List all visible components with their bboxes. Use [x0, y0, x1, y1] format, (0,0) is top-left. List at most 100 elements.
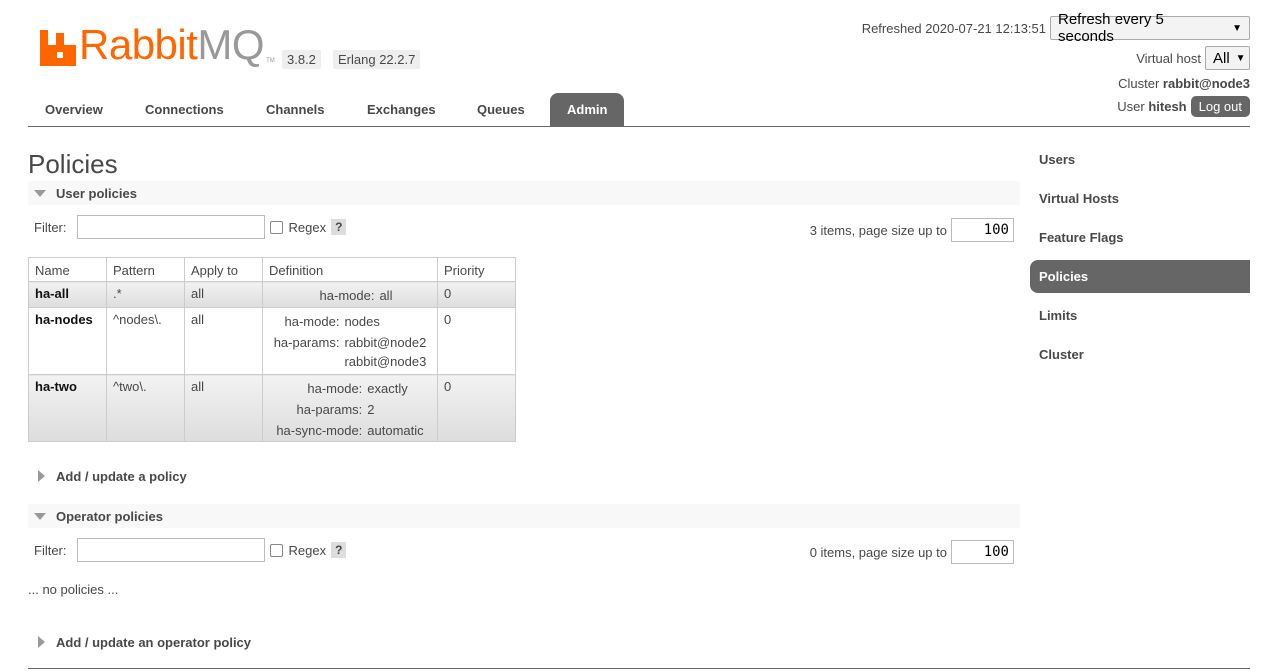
add-policy-section-toggle[interactable]: Add / update a policy	[28, 464, 1020, 488]
rabbit-logo-icon	[40, 30, 76, 66]
definition-value-item: rabbit@node2	[344, 335, 427, 350]
definition-value: exactly	[367, 381, 408, 396]
virtual-host-value: All	[1213, 49, 1230, 67]
policies-table: Name Pattern Apply to Definition Priorit…	[28, 257, 516, 442]
main-tabs: Overview Connections Channels Exchanges …	[28, 93, 1250, 127]
sidebar-item-feature-flags[interactable]: Feature Flags	[1030, 221, 1250, 254]
regex-label: Regex	[288, 219, 327, 235]
policy-priority: 0	[437, 281, 516, 308]
column-header-pattern[interactable]: Pattern	[106, 257, 185, 282]
tab-admin[interactable]: Admin	[550, 93, 625, 126]
filter-input[interactable]	[76, 215, 265, 239]
policy-name-link[interactable]: ha-all	[28, 281, 107, 308]
filter-input[interactable]	[76, 538, 265, 562]
regex-help-button[interactable]: ?	[331, 219, 347, 235]
expand-triangle-icon	[38, 470, 45, 482]
collapse-triangle-icon	[34, 189, 46, 197]
sidebar-item-cluster[interactable]: Cluster	[1030, 338, 1250, 371]
sidebar-item-users[interactable]: Users	[1030, 143, 1250, 176]
regex-checkbox[interactable]	[269, 543, 283, 557]
definition-value-item: rabbit@node3	[344, 354, 427, 369]
definition-key: ha-mode:	[284, 314, 340, 329]
cluster-name: rabbit@node3	[1162, 76, 1250, 91]
erlang-version-badge: Erlang 22.2.7	[333, 50, 421, 69]
column-header-definition[interactable]: Definition	[262, 257, 438, 282]
cluster-label: Cluster	[1118, 76, 1160, 91]
regex-label: Regex	[288, 542, 327, 558]
table-row[interactable]: ha-nodes ^nodes\. all ha-mode: nodes ha-…	[28, 307, 516, 375]
page-size-input[interactable]: 100	[951, 540, 1014, 564]
virtual-host-label: Virtual host	[1136, 50, 1201, 66]
policy-pattern: ^two\.	[106, 374, 185, 442]
page-title: Policies	[28, 149, 118, 179]
add-operator-policy-heading: Add / update an operator policy	[56, 634, 252, 650]
definition-key: ha-mode:	[319, 288, 375, 303]
policy-priority: 0	[437, 307, 516, 375]
tab-connections[interactable]: Connections	[128, 93, 241, 126]
definition-value: nodes	[344, 314, 380, 329]
user-policies-section-toggle[interactable]: User policies	[28, 181, 1020, 205]
column-header-name[interactable]: Name	[28, 257, 107, 282]
policy-pattern: .*	[106, 281, 185, 308]
definition-value: automatic	[367, 423, 424, 438]
add-operator-policy-section-toggle[interactable]: Add / update an operator policy	[28, 630, 1020, 654]
definition-key: ha-params:	[296, 402, 363, 417]
logo-trademark: TM	[266, 58, 275, 64]
definition-key: ha-mode:	[307, 381, 363, 396]
admin-sidebar: Users Virtual Hosts Feature Flags Polici…	[1030, 143, 1250, 377]
logo-text: RabbitMQ	[79, 21, 265, 68]
items-count-label: 3 items, page size up to	[809, 222, 947, 238]
rabbitmq-logo[interactable]: RabbitMQ TM	[40, 22, 275, 66]
table-row[interactable]: ha-all .* all ha-mode: all 0	[28, 281, 516, 308]
sidebar-item-policies[interactable]: Policies	[1030, 260, 1250, 293]
dropdown-arrow-icon: ▼	[1232, 22, 1242, 34]
items-count-label: 0 items, page size up to	[809, 544, 947, 560]
policy-apply-to: all	[184, 374, 263, 442]
policy-definition: ha-mode: all	[262, 281, 438, 308]
operator-policies-page-size: 0 items, page size up to 100	[810, 540, 1014, 564]
policy-name-link[interactable]: ha-two	[28, 374, 107, 442]
definition-key: ha-sync-mode:	[276, 423, 363, 438]
definition-value: all	[379, 288, 393, 303]
column-header-apply-to[interactable]: Apply to	[184, 257, 263, 282]
policy-name-link[interactable]: ha-nodes	[28, 307, 107, 375]
refresh-select-value: Refresh every 5 seconds	[1058, 11, 1164, 45]
user-policies-heading: User policies	[56, 185, 137, 201]
operator-policies-filter: Filter: Regex ?	[34, 538, 347, 562]
expand-triangle-icon	[38, 636, 45, 648]
user-policies-page-size: 3 items, page size up to 100	[810, 218, 1014, 242]
sidebar-item-virtual-hosts[interactable]: Virtual Hosts	[1030, 182, 1250, 215]
policy-priority: 0	[437, 374, 516, 442]
tab-exchanges[interactable]: Exchanges	[350, 93, 453, 126]
filter-label: Filter:	[34, 219, 67, 235]
policy-definition: ha-mode: exactly ha-params: 2 ha-sync-mo…	[262, 374, 438, 442]
tab-overview[interactable]: Overview	[28, 93, 120, 126]
tab-queues[interactable]: Queues	[460, 93, 542, 126]
page-size-input[interactable]: 100	[951, 218, 1014, 242]
virtual-host-select[interactable]: All ▼	[1205, 46, 1250, 70]
add-policy-heading: Add / update a policy	[56, 468, 187, 484]
column-header-priority[interactable]: Priority	[437, 257, 516, 282]
refresh-interval-select[interactable]: Refresh every 5 seconds ▼	[1050, 11, 1250, 45]
filter-label: Filter:	[34, 542, 67, 558]
definition-value: rabbit@node2 rabbit@node3	[344, 333, 431, 371]
regex-checkbox[interactable]	[269, 220, 283, 234]
user-policies-filter: Filter: Regex ?	[34, 215, 347, 239]
definition-key: ha-params:	[273, 335, 340, 350]
regex-help-button[interactable]: ?	[331, 542, 347, 558]
policy-apply-to: all	[184, 281, 263, 308]
virtual-host-row: Virtual host All ▼	[1136, 46, 1250, 70]
refreshed-timestamp: Refreshed 2020-07-21 12:13:51	[861, 20, 1046, 36]
policy-definition: ha-mode: nodes ha-params: rabbit@node2 r…	[262, 307, 438, 375]
definition-value: 2	[367, 402, 375, 417]
operator-policies-heading: Operator policies	[56, 508, 163, 524]
refresh-area: Refreshed 2020-07-21 12:13:51 Refresh ev…	[861, 11, 1250, 45]
operator-policies-section-toggle[interactable]: Operator policies	[28, 504, 1020, 528]
collapse-triangle-icon	[34, 512, 46, 520]
dropdown-arrow-icon: ▼	[1235, 52, 1246, 64]
tab-channels[interactable]: Channels	[249, 93, 342, 126]
table-row[interactable]: ha-two ^two\. all ha-mode: exactly ha-pa…	[28, 374, 516, 442]
footer-divider	[28, 668, 1250, 669]
cluster-info: Cluster rabbit@node3	[1118, 76, 1250, 91]
sidebar-item-limits[interactable]: Limits	[1030, 299, 1250, 332]
